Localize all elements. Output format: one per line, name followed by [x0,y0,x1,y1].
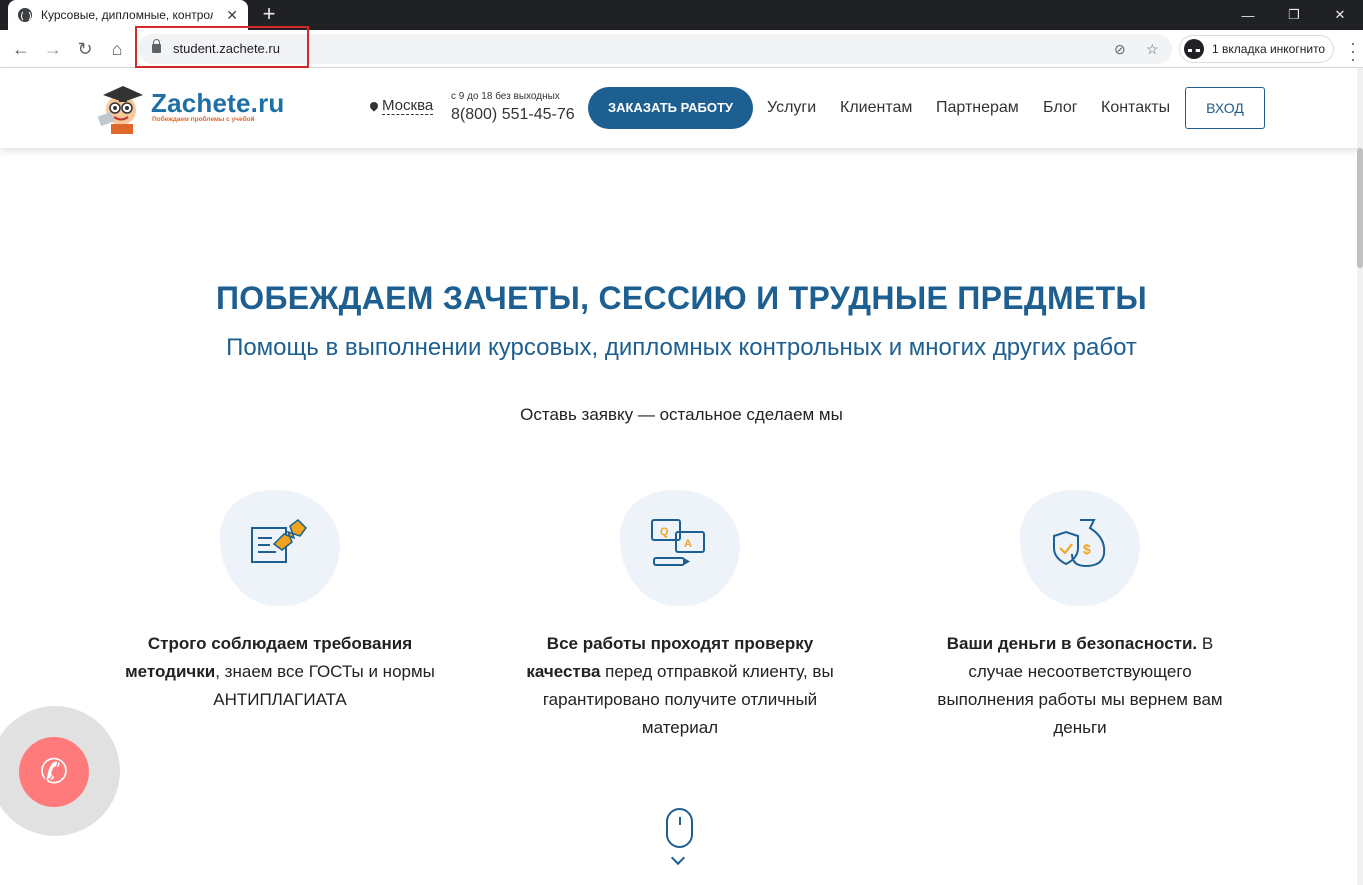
work-hours: с 9 до 18 без выходных [451,91,560,102]
nav-clients[interactable]: Клиентам [840,99,912,117]
url-highlight-box [135,26,309,68]
login-button[interactable]: ВХОД [1185,87,1265,129]
nav-contacts[interactable]: Контакты [1101,99,1170,117]
close-icon[interactable]: ✕ [226,7,238,24]
city-name: Москва [382,97,434,115]
chevron-down-icon[interactable] [670,850,686,866]
hero-subtitle: Помощь в выполнении курсовых, дипломных … [226,334,1137,361]
hero-cta-text: Оставь заявку — остальное сделаем мы [520,405,843,424]
restore-icon[interactable]: ❐ [1271,0,1317,30]
incognito-icon [1184,39,1204,59]
feature-text: Ваши деньги в безопасности. В случае нес… [937,634,1223,737]
home-icon[interactable]: ⌂ [104,36,130,62]
logo-text[interactable]: Zachete.ru [151,88,285,119]
city-selector[interactable]: Москва [368,97,434,115]
incognito-indicator[interactable]: 1 вкладка инкогнито [1179,35,1335,63]
star-icon[interactable]: ☆ [1146,41,1159,58]
forward-icon[interactable]: → [40,36,66,62]
tab-title: Курсовые, дипломные, контрольные [41,8,213,22]
browser-menu-icon[interactable]: · · · [1348,34,1358,68]
svg-text:$: $ [1083,541,1091,557]
phone-icon: ✆ [39,753,69,791]
scrollbar-thumb[interactable] [1357,148,1363,268]
hero-title: ПОБЕЖДАЕМ ЗАЧЕТЫ, СЕССИЮ И ТРУДНЫЕ ПРЕДМ… [215,280,1148,316]
incognito-label: 1 вкладка инкогнито [1212,42,1326,56]
page-scrollbar[interactable] [1357,68,1363,885]
nav-partners[interactable]: Партнерам [936,99,1019,117]
minimize-icon[interactable]: — [1225,0,1271,30]
feature-text: Строго соблюдаем требования методички, з… [125,634,435,709]
nav-services[interactable]: Услуги [767,99,816,117]
svg-text:A: A [684,538,692,550]
money-shield-icon: $ [1053,519,1106,568]
eye-off-icon[interactable]: ⊘ [1114,41,1126,58]
phone-call-button[interactable]: ✆ [19,737,89,807]
logo-mascot-icon[interactable] [95,80,151,136]
document-pin-icon [251,519,307,563]
back-icon[interactable]: ← [8,36,34,62]
reload-icon[interactable]: ↻ [72,36,98,62]
window-close-icon[interactable]: ✕ [1317,0,1363,30]
scroll-mouse-icon[interactable] [666,808,693,848]
globe-icon [18,8,32,22]
logo-tagline: Побеждаем проблемы с учебой [152,116,255,123]
svg-text:Q: Q [660,526,669,538]
new-tab-button[interactable]: + [258,2,280,26]
feature-text: Все работы проходят проверку качества пе… [526,634,834,737]
qa-chat-icon: Q A [651,519,705,566]
order-button[interactable]: ЗАКАЗАТЬ РАБОТУ [588,87,753,129]
nav-blog[interactable]: Блог [1043,99,1078,117]
site-header: Zachete.ru Побеждаем проблемы с учебой М… [0,68,1363,148]
phone-number[interactable]: 8(800) 551-45-76 [451,106,575,124]
location-pin-icon [368,100,380,112]
